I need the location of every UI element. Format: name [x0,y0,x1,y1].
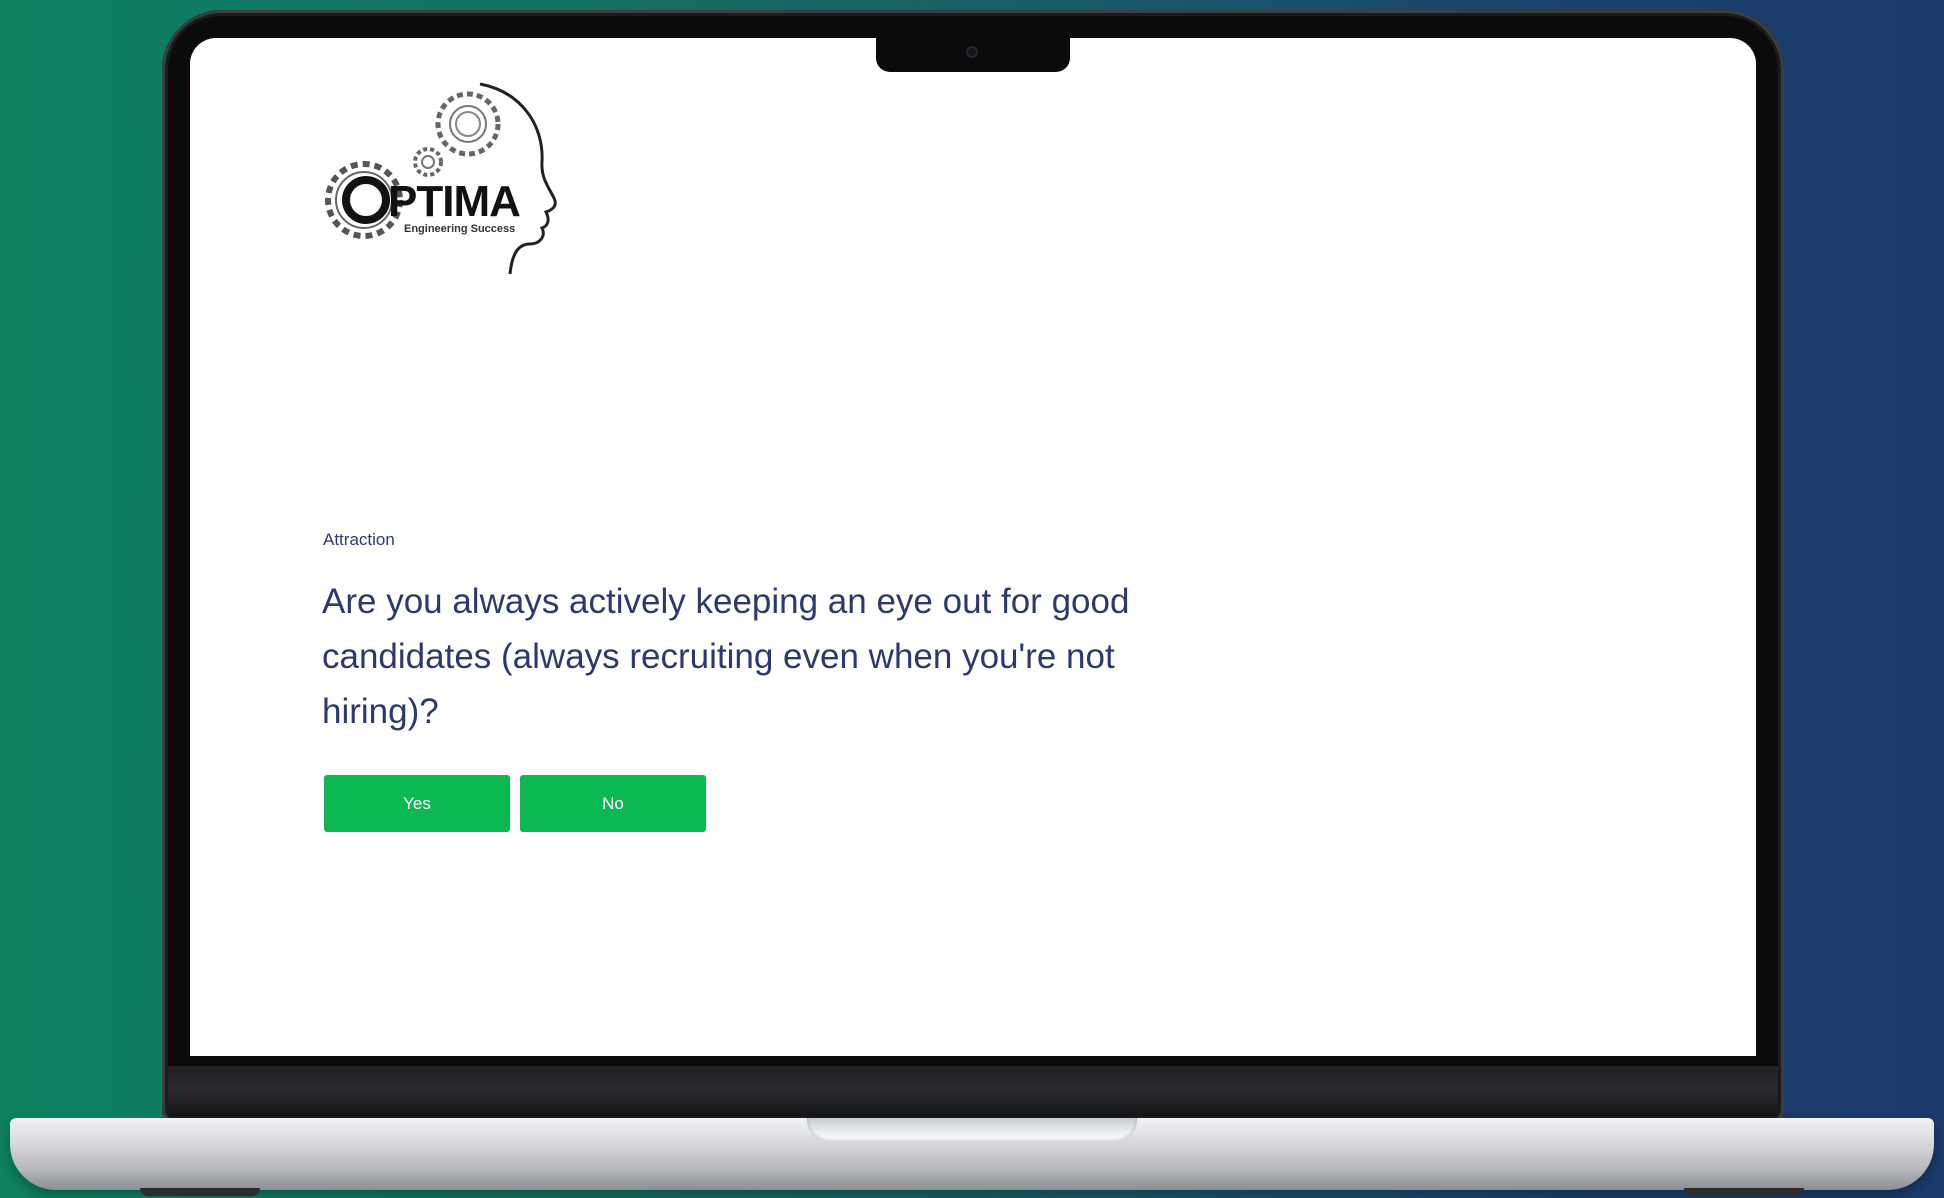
question-category: Attraction [323,530,395,549]
optima-logo: PTIMA Engineering Success [325,82,557,275]
no-button[interactable]: No [520,775,706,832]
camera-icon [966,46,978,58]
svg-text:PTIMA: PTIMA [388,177,520,226]
laptop-foot-right [1684,1188,1804,1196]
gear-icon [413,147,443,177]
laptop-foot-left [140,1188,260,1196]
laptop-opening-lip [807,1118,1137,1142]
question-text: Are you always actively keeping an eye o… [322,582,1130,731]
gear-icon [435,91,501,157]
laptop-hinge [168,1066,1778,1116]
answer-buttons: Yes No [324,775,706,832]
yes-button[interactable]: Yes [324,775,510,832]
svg-text:Engineering Success: Engineering Success [404,223,515,235]
